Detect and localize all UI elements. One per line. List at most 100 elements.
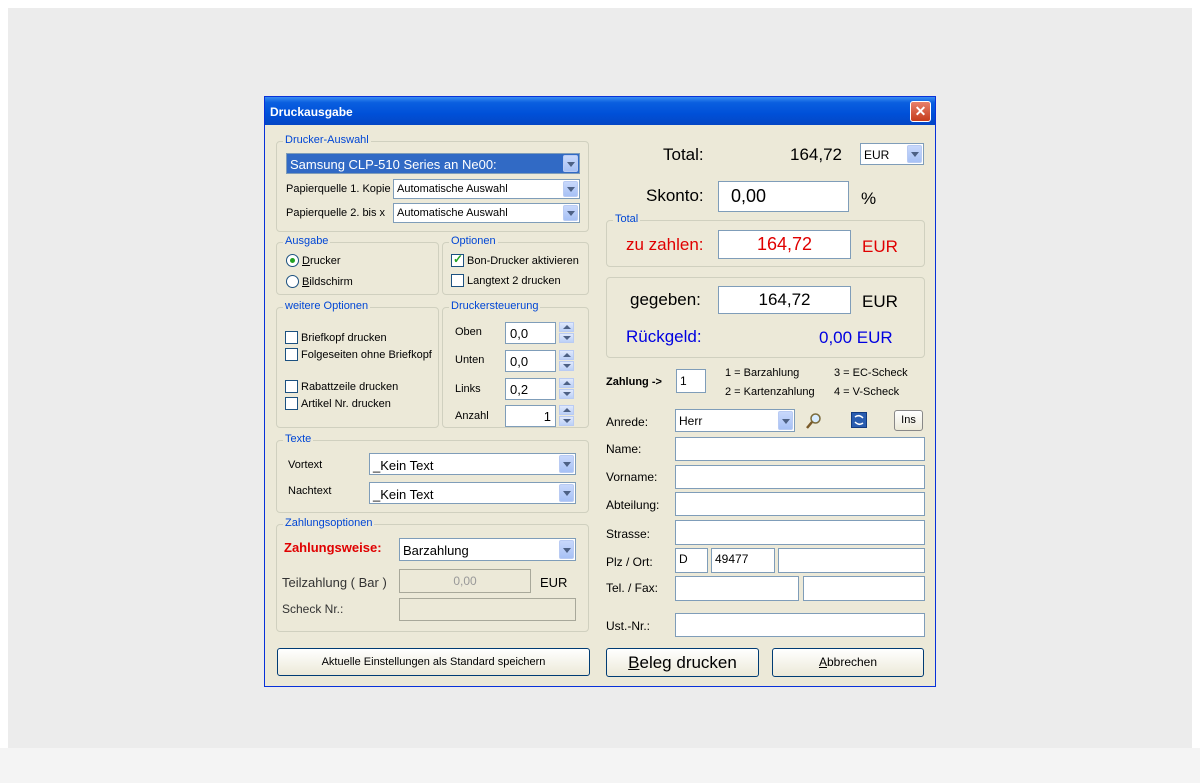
chevron-down-icon[interactable]	[563, 155, 578, 172]
paper-source-2-select[interactable]: Automatische Auswahl	[393, 203, 580, 223]
fax-input[interactable]	[803, 576, 925, 601]
spin-up-icon[interactable]	[559, 405, 574, 415]
change-value: 0,00 EUR	[819, 328, 893, 347]
chevron-down-icon[interactable]	[559, 540, 574, 559]
paper-source-1-value: Automatische Auswahl	[397, 183, 508, 195]
city-input[interactable]	[778, 548, 925, 573]
save-default-button[interactable]: Aktuelle Einstellungen als Standard spei…	[277, 648, 590, 676]
salutation-select[interactable]: Herr	[675, 409, 795, 432]
letterhead-checkbox[interactable]	[285, 331, 298, 344]
amount-given-currency: EUR	[862, 292, 898, 311]
options-legend: Optionen	[449, 235, 498, 247]
spin-up-icon[interactable]	[559, 378, 574, 388]
copies-spinner[interactable]	[559, 405, 574, 427]
output-screen-radio[interactable]	[286, 275, 299, 288]
bottom-strip	[0, 748, 1200, 783]
currency-select-value: EUR	[864, 148, 890, 162]
margin-left-input[interactable]: 0,2	[505, 378, 556, 400]
zip-city-label: Plz / Ort:	[606, 555, 653, 569]
printer-select[interactable]: Samsung CLP-510 Series an Ne00:	[286, 153, 580, 174]
paper-source-2-label: Papierquelle 2. bis x	[286, 207, 386, 219]
spin-up-icon[interactable]	[559, 322, 574, 332]
close-button[interactable]: ✕	[910, 101, 931, 122]
amount-given-label: gegeben:	[630, 290, 701, 309]
name-label: Name:	[606, 442, 642, 456]
chevron-down-icon[interactable]	[559, 455, 574, 473]
article-number-label[interactable]: Artikel Nr. drucken	[301, 398, 391, 410]
window-title: Druckausgabe	[270, 105, 353, 119]
chevron-down-icon[interactable]	[559, 484, 574, 502]
total-group-legend: Total	[613, 213, 641, 225]
chevron-down-icon[interactable]	[563, 205, 578, 221]
payment-type-input[interactable]: 1	[676, 369, 706, 393]
article-number-checkbox[interactable]	[285, 397, 298, 410]
search-icon[interactable]	[805, 412, 823, 430]
vat-id-input[interactable]	[675, 613, 925, 637]
salutation-label: Anrede:	[606, 415, 649, 429]
print-receipt-button[interactable]: Beleg drucken	[606, 648, 759, 677]
paper-source-1-select[interactable]: Automatische Auswahl	[393, 179, 580, 199]
spin-up-icon[interactable]	[559, 350, 574, 360]
paper-source-2-value: Automatische Auswahl	[397, 207, 508, 219]
partial-payment-label: Teilzahlung ( Bar )	[282, 575, 387, 590]
pretext-select[interactable]: _Kein Text	[369, 453, 576, 475]
insert-button[interactable]: Ins	[894, 410, 923, 431]
currency-select[interactable]: EUR	[860, 143, 924, 165]
margin-left-label: Links	[455, 383, 481, 395]
receipt-printer-label[interactable]: Bon-Drucker aktivieren	[467, 255, 579, 267]
vat-id-label: Ust.-Nr.:	[606, 619, 650, 633]
amount-due-label: zu zahlen:	[626, 235, 704, 254]
discount-line-label[interactable]: Rabattzeile drucken	[301, 381, 398, 393]
payment-legend-v: 4 = V-Scheck	[834, 386, 900, 398]
payment-legend-cash: 1 = Barzahlung	[725, 367, 800, 379]
output-printer-radio[interactable]	[286, 254, 299, 267]
discount-input[interactable]: 0,00	[718, 181, 849, 212]
pretext-value: _Kein Text	[373, 458, 434, 473]
change-label: Rückgeld:	[626, 327, 702, 346]
phone-input[interactable]	[675, 576, 799, 601]
payment-legend-card: 2 = Kartenzahlung	[725, 386, 815, 398]
paper-source-1-label: Papierquelle 1. Kopie	[286, 183, 391, 195]
margin-bottom-spinner[interactable]	[559, 350, 574, 372]
department-input[interactable]	[675, 492, 925, 516]
letterhead-label[interactable]: Briefkopf drucken	[301, 332, 387, 344]
receipt-printer-checkbox[interactable]	[451, 252, 464, 267]
cheque-number-label: Scheck Nr.:	[282, 602, 344, 616]
margin-top-spinner[interactable]	[559, 322, 574, 344]
margin-left-spinner[interactable]	[559, 378, 574, 400]
spin-down-icon[interactable]	[559, 361, 574, 371]
street-input[interactable]	[675, 520, 925, 545]
copies-label: Anzahl	[455, 410, 489, 422]
transfer-icon[interactable]	[851, 412, 867, 428]
spin-down-icon[interactable]	[559, 389, 574, 399]
output-printer-label[interactable]: Drucker	[302, 255, 341, 267]
margin-bottom-input[interactable]: 0,0	[505, 350, 556, 372]
posttext-select[interactable]: _Kein Text	[369, 482, 576, 504]
zip-input[interactable]: 49477	[711, 548, 775, 573]
chevron-down-icon[interactable]	[778, 411, 793, 430]
copies-input[interactable]: 1	[505, 405, 556, 427]
firstname-input[interactable]	[675, 465, 925, 489]
amount-due-currency: EUR	[862, 237, 898, 256]
title-bar: Druckausgabe ✕	[265, 97, 935, 125]
spin-down-icon[interactable]	[559, 416, 574, 426]
firstname-label: Vorname:	[606, 470, 658, 484]
country-input[interactable]: D	[675, 548, 708, 573]
spin-down-icon[interactable]	[559, 333, 574, 343]
following-pages-label[interactable]: Folgeseiten ohne Briefkopf	[301, 349, 432, 361]
name-input[interactable]	[675, 437, 925, 461]
longtext-checkbox[interactable]	[451, 274, 464, 287]
following-pages-checkbox[interactable]	[285, 348, 298, 361]
amount-given-input[interactable]: 164,72	[718, 286, 851, 314]
discount-line-checkbox[interactable]	[285, 380, 298, 393]
output-screen-label[interactable]: Bildschirm	[302, 276, 353, 288]
longtext-label[interactable]: Langtext 2 drucken	[467, 275, 561, 287]
margin-top-input[interactable]: 0,0	[505, 322, 556, 344]
payment-method-select[interactable]: Barzahlung	[399, 538, 576, 561]
cancel-button[interactable]: Abbrechen	[772, 648, 924, 677]
chevron-down-icon[interactable]	[907, 145, 922, 163]
chevron-down-icon[interactable]	[563, 181, 578, 197]
printer-select-value: Samsung CLP-510 Series an Ne00:	[290, 157, 497, 172]
discount-unit: %	[861, 189, 877, 208]
payment-method-value: Barzahlung	[403, 543, 469, 558]
